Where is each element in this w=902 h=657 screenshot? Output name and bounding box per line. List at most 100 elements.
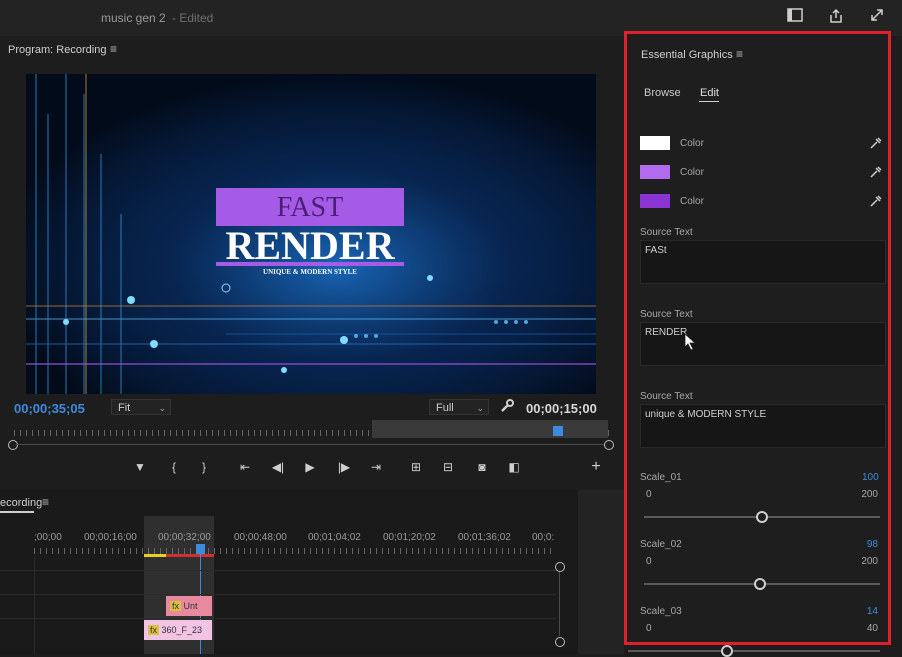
vertical-scroll-track[interactable] xyxy=(559,572,560,636)
scale-label: Scale_03 xyxy=(640,606,682,617)
graphic-underline xyxy=(216,262,404,266)
in-point-bar xyxy=(144,554,166,557)
scale-slider-knob[interactable] xyxy=(753,578,766,590)
timeline-side-panel xyxy=(578,490,624,654)
vertical-scroll-handle[interactable] xyxy=(555,562,565,572)
graphic-line1: FAST xyxy=(276,192,344,223)
layout-icon[interactable] xyxy=(785,8,805,28)
scale-max: 200 xyxy=(861,489,878,500)
add-icon[interactable]: + xyxy=(586,457,606,477)
color-swatch-1[interactable] xyxy=(640,136,670,150)
go-to-in-icon[interactable]: ⇤ xyxy=(235,457,255,477)
scale-value[interactable]: 98 xyxy=(862,539,878,550)
color-swatch-3[interactable] xyxy=(640,194,670,208)
program-monitor-title[interactable]: Program: Recording xyxy=(8,44,106,56)
scale-min: 0 xyxy=(646,623,652,634)
scale-value[interactable]: 14 xyxy=(862,606,878,617)
color-label: Color xyxy=(680,196,704,207)
eyedropper-icon[interactable] xyxy=(870,166,882,181)
ruler-label: 00;01;36;02 xyxy=(458,532,511,543)
scrub-start-handle[interactable] xyxy=(8,440,18,450)
resolution-select-value: Full xyxy=(436,402,454,414)
project-title: music gen 2 xyxy=(101,11,166,25)
edited-indicator: - Edited xyxy=(172,11,214,25)
eyedropper-icon[interactable] xyxy=(870,195,882,210)
lift-icon[interactable]: ⊞ xyxy=(406,457,426,477)
track-divider xyxy=(0,570,556,571)
source-text-input-3[interactable]: unique & MODERN STYLE xyxy=(640,404,886,448)
viewer-playhead[interactable] xyxy=(553,426,563,436)
timeline-playhead-handle[interactable] xyxy=(196,544,205,554)
maximize-icon[interactable] xyxy=(867,8,887,28)
panel-menu-icon[interactable]: ≡ xyxy=(110,42,117,56)
extract-icon[interactable]: ⊟ xyxy=(438,457,458,477)
tab-browse[interactable]: Browse xyxy=(644,87,681,99)
scale-slider-knob[interactable] xyxy=(720,645,733,657)
clip-label: 360_F_23 xyxy=(161,625,203,635)
tab-active-underline xyxy=(699,101,719,102)
source-text-input-1[interactable]: FASt xyxy=(640,240,886,284)
program-viewer[interactable]: FAST RENDER UNIQUE & MODERN STYLE xyxy=(26,74,596,394)
marker-icon[interactable]: ▼ xyxy=(130,457,150,477)
track-divider xyxy=(0,618,556,619)
chevron-down-icon: ⌄ xyxy=(158,403,166,413)
scale-label: Scale_01 xyxy=(640,472,682,483)
step-back-icon[interactable]: ◀| xyxy=(268,457,288,477)
go-to-out-icon[interactable]: ⇥ xyxy=(366,457,386,477)
camera-icon[interactable]: ◙ xyxy=(472,457,492,477)
graphic-line3: UNIQUE & MODERN STYLE xyxy=(263,268,357,276)
timeline-panel xyxy=(0,490,578,654)
color-label: Color xyxy=(680,138,704,149)
scale-slider-track[interactable] xyxy=(628,650,880,652)
timeline-menu-icon[interactable]: ≡ xyxy=(42,495,49,509)
track-header-divider xyxy=(34,556,35,654)
tab-edit[interactable]: Edit xyxy=(700,87,719,99)
compare-icon[interactable]: ◧ xyxy=(504,457,524,477)
ruler-label: 00;00;48;00 xyxy=(234,532,287,543)
wrench-icon[interactable] xyxy=(500,399,516,415)
scale-min: 0 xyxy=(646,556,652,567)
current-timecode[interactable]: 00;00;35;05 xyxy=(14,401,85,416)
vertical-scroll-handle[interactable] xyxy=(555,637,565,647)
clip-label: Unt xyxy=(183,601,198,611)
scale-value[interactable]: 100 xyxy=(862,472,879,483)
ruler-label: 00;00;32;00 xyxy=(158,532,211,543)
mark-in-icon[interactable]: { xyxy=(164,457,184,477)
render-bar xyxy=(166,554,214,557)
scrub-track[interactable] xyxy=(16,444,604,445)
mark-out-icon[interactable]: } xyxy=(194,457,214,477)
viewer-zoom-range[interactable] xyxy=(372,420,608,438)
essential-graphics-title[interactable]: Essential Graphics xyxy=(641,49,733,61)
source-text-label: Source Text xyxy=(640,227,693,238)
scale-min: 0 xyxy=(646,489,652,500)
scrub-end-handle[interactable] xyxy=(604,440,614,450)
scale-max: 200 xyxy=(861,556,878,567)
eyedropper-icon[interactable] xyxy=(870,137,882,152)
play-icon[interactable]: ▶ xyxy=(300,457,320,477)
source-text-input-2[interactable]: RENDER xyxy=(640,322,886,366)
graphic-clip[interactable]: fx Unt xyxy=(166,596,212,616)
panel-menu-icon[interactable]: ≡ xyxy=(736,47,743,61)
step-forward-icon[interactable]: |▶ xyxy=(334,457,354,477)
track-divider xyxy=(0,594,556,595)
export-icon[interactable] xyxy=(826,8,846,28)
ruler-label: 00;00;16;00 xyxy=(84,532,137,543)
timeline-title[interactable]: ecording xyxy=(0,497,42,509)
image-clip[interactable]: fx 360_F_23 xyxy=(144,620,212,640)
scale-max: 40 xyxy=(866,623,878,634)
mouse-cursor-icon xyxy=(684,333,697,354)
color-swatch-2[interactable] xyxy=(640,165,670,179)
scale-label: Scale_02 xyxy=(640,539,682,550)
clip-fx-badge: fx xyxy=(148,625,160,635)
scale-slider-knob[interactable] xyxy=(756,511,768,523)
timeline-ruler[interactable] xyxy=(34,548,554,554)
color-label: Color xyxy=(680,167,704,178)
fit-select[interactable]: Fit ⌄ xyxy=(111,399,171,415)
resolution-select[interactable]: Full ⌄ xyxy=(429,399,489,415)
clip-fx-badge: fx xyxy=(170,601,182,611)
ruler-label: 00;0: xyxy=(532,532,555,543)
timeline-title-underline xyxy=(0,511,34,513)
chevron-down-icon: ⌄ xyxy=(476,403,484,413)
duration-timecode: 00;00;15;00 xyxy=(526,401,597,416)
source-text-label: Source Text xyxy=(640,391,693,402)
